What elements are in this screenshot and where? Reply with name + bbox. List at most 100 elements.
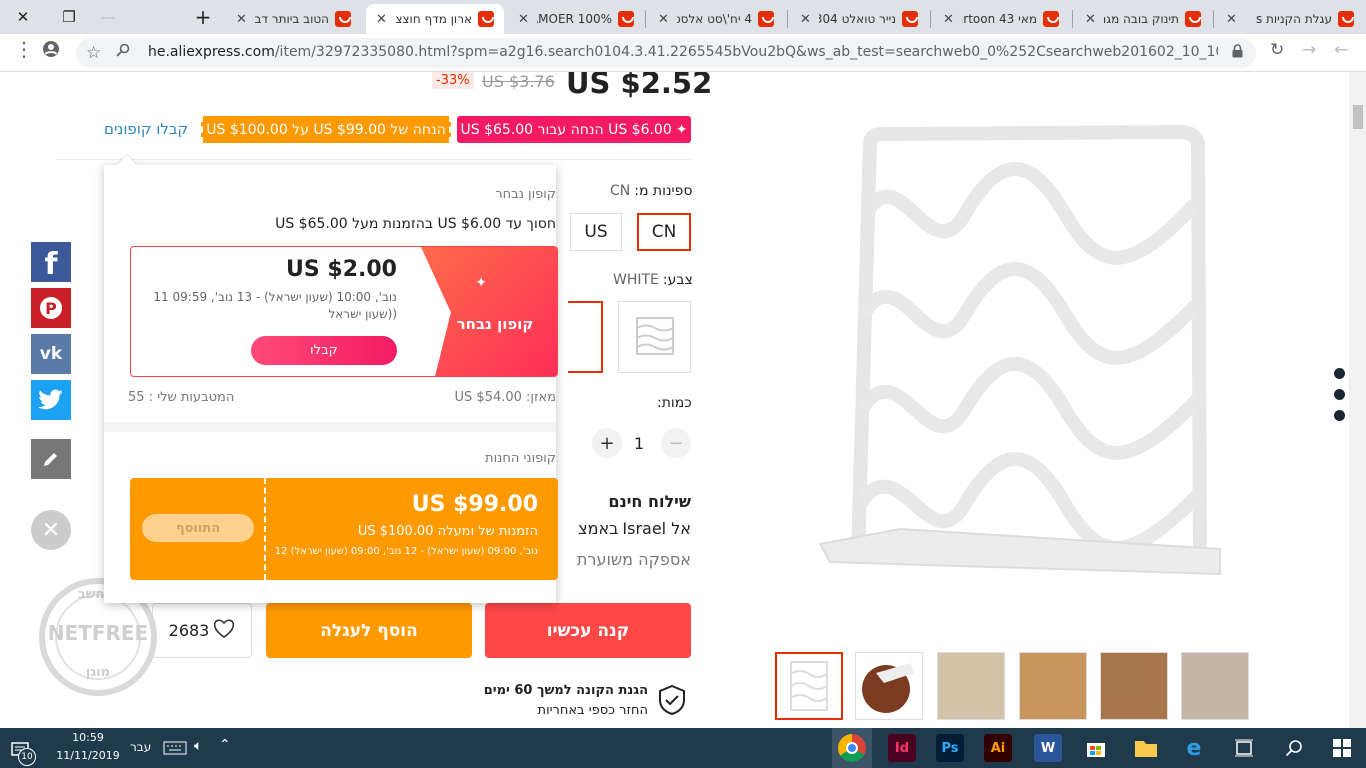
- clock-time[interactable]: 10:59: [58, 731, 118, 744]
- thumbnail-2[interactable]: [855, 652, 923, 720]
- close-tab-icon[interactable]: ✕: [236, 12, 247, 27]
- forward-icon[interactable]: →: [1302, 40, 1316, 60]
- heart-icon: [213, 618, 235, 643]
- color-label: צבע:: [662, 272, 693, 288]
- back-icon[interactable]: ←: [1334, 40, 1348, 60]
- thumbnail-5[interactable]: [1100, 652, 1168, 720]
- close-tab-icon[interactable]: ✕: [943, 12, 954, 27]
- image-carousel-dots: [1333, 368, 1345, 421]
- sparkle-icon: ✦: [475, 275, 487, 291]
- tab-0[interactable]: עגלת הקניות s ✕: [1216, 4, 1364, 34]
- close-tab-icon[interactable]: ✕: [1226, 12, 1237, 27]
- carousel-dot[interactable]: [1334, 368, 1345, 379]
- facebook-icon[interactable]: f: [31, 242, 71, 282]
- tab-7[interactable]: הטוב ביותר דב ✕: [226, 4, 361, 34]
- twitter-icon[interactable]: [31, 380, 71, 420]
- added-coupon-button[interactable]: התווסף: [142, 514, 254, 542]
- clock-date[interactable]: 11/11/2019: [56, 749, 120, 762]
- restore-window-icon[interactable]: ❐: [46, 0, 92, 34]
- windows-start-icon[interactable]: [1328, 734, 1356, 762]
- profile-icon[interactable]: [42, 40, 60, 63]
- close-tab-icon[interactable]: ✕: [800, 12, 811, 27]
- tab-title: 4 יח'\סט אלסט: [676, 12, 752, 26]
- ships-from-option-cn[interactable]: CN: [637, 213, 691, 251]
- carousel-dot[interactable]: [1334, 410, 1345, 421]
- aliexpress-icon: [335, 11, 351, 27]
- address-bar[interactable]: ☆ he.aliexpress.com/item/32972335080.htm…: [76, 38, 1256, 68]
- product-main-image[interactable]: [800, 114, 1256, 584]
- carousel-dot[interactable]: [1334, 389, 1345, 400]
- thumbnail-3[interactable]: [937, 652, 1005, 720]
- new-tab-button[interactable]: +: [180, 0, 226, 34]
- quantity-value[interactable]: 1: [634, 434, 644, 453]
- tab-3[interactable]: נייר טואלט 304 ✕: [790, 4, 928, 34]
- notifications-icon[interactable]: 10: [8, 738, 44, 766]
- pinterest-icon[interactable]: P: [31, 288, 71, 328]
- edge-icon[interactable]: e: [1180, 734, 1208, 762]
- star-icon[interactable]: ☆: [86, 43, 101, 63]
- coupon-popup: קופון נבחר חסוך עד US $6.00 בהזמנות מעל …: [104, 155, 558, 603]
- close-tab-icon[interactable]: ✕: [1085, 12, 1096, 27]
- add-to-cart-button[interactable]: הוסף לעגלה: [266, 603, 472, 658]
- store-coupon-badge[interactable]: ✦ US $6.00 הנחה עבור US $65.00: [457, 116, 691, 143]
- close-tab-icon[interactable]: ✕: [518, 12, 529, 27]
- buy-now-button[interactable]: קנה עכשיו: [485, 603, 691, 658]
- wishlist-button[interactable]: 2683: [152, 603, 252, 658]
- task-view-icon[interactable]: [1230, 734, 1258, 762]
- orange-coupon-badge[interactable]: הנחה של US $99.00 על US $100.00: [201, 116, 451, 143]
- ships-from-option-us[interactable]: US: [570, 213, 622, 251]
- close-window-icon[interactable]: ✕: [0, 0, 46, 34]
- minimize-window-icon[interactable]: —: [92, 0, 124, 34]
- close-share-icon[interactable]: ✕: [31, 510, 71, 550]
- store-icon[interactable]: [1082, 734, 1110, 762]
- tab-1[interactable]: תינוק בובה מגנ ✕: [1075, 4, 1211, 34]
- language-indicator[interactable]: עבר: [130, 740, 151, 754]
- get-coupons-link[interactable]: קבלו קופונים: [104, 120, 188, 138]
- get-coupon-button[interactable]: קבלו: [251, 336, 397, 365]
- close-tab-icon[interactable]: ✕: [658, 12, 669, 27]
- thumbnail-6[interactable]: [1181, 652, 1249, 720]
- word-icon[interactable]: W: [1034, 734, 1062, 762]
- file-explorer-icon[interactable]: [1132, 734, 1160, 762]
- menu-kebab-icon[interactable]: ⋮: [14, 37, 34, 61]
- tab-active[interactable]: ארון מדף חוצצ ✕: [366, 4, 504, 34]
- scrollbar-thumb[interactable]: [1353, 105, 1363, 129]
- thumbnail-1[interactable]: [775, 652, 843, 720]
- color-swatch-selected[interactable]: [568, 301, 603, 373]
- search-icon[interactable]: [1280, 734, 1308, 762]
- selected-coupon-title-text: קופון נבחר: [495, 187, 556, 202]
- tab-2[interactable]: מאי 43 Cartoon ✕: [933, 4, 1069, 34]
- ships-from-value: CN: [610, 183, 631, 199]
- page-scrollbar[interactable]: [1349, 72, 1366, 728]
- thumbnail-4[interactable]: [1019, 652, 1087, 720]
- windows-taskbar: 10 10:59 11/11/2019 עבר 🔈︎ ⌃ Id Ps Ai W …: [0, 728, 1366, 768]
- discount-badge: -33%: [432, 72, 474, 89]
- lock-icon[interactable]: [1232, 44, 1243, 62]
- store-coupon-card[interactable]: US $99.00 הזמנות של ומעלה US $100.00 נוב…: [130, 478, 558, 580]
- close-tab-icon[interactable]: ✕: [376, 12, 387, 27]
- quantity-increase-button[interactable]: +: [592, 428, 622, 458]
- shipping-destination[interactable]: אל Israel באמצ: [556, 519, 691, 538]
- illustrator-icon[interactable]: Ai: [984, 734, 1012, 762]
- coupon-perforation: [264, 478, 266, 580]
- tab-5[interactable]: BAMOER 100% ✕: [508, 4, 644, 34]
- reload-icon[interactable]: ↻: [1270, 40, 1284, 60]
- quantity-decrease-button[interactable]: −: [661, 428, 691, 458]
- aliexpress-icon: [1338, 11, 1354, 27]
- photoshop-icon[interactable]: Ps: [936, 734, 964, 762]
- chevron-up-icon[interactable]: ⌃: [219, 737, 231, 753]
- keyboard-icon[interactable]: [163, 740, 187, 759]
- tab-title: ארון מדף חוצצ: [395, 12, 472, 26]
- edit-pencil-icon[interactable]: [31, 439, 71, 479]
- aliexpress-icon: [902, 11, 918, 27]
- thumbnail-strip: [775, 652, 1250, 722]
- indesign-icon[interactable]: Id: [888, 734, 916, 762]
- tab-title: עגלת הקניות s: [1255, 12, 1332, 26]
- color-swatch-white[interactable]: [618, 301, 691, 373]
- volume-icon[interactable]: 🔈︎: [194, 738, 202, 754]
- tab-4[interactable]: 4 יח'\סט אלסט ✕: [648, 4, 784, 34]
- vk-icon[interactable]: vk: [31, 334, 71, 374]
- selected-coupon-card[interactable]: ✦ קופון נבחר US $2.00 נוב', 10:00 (שעון …: [130, 246, 558, 377]
- tab-title: תינוק בובה מגנ: [1103, 12, 1179, 26]
- chrome-icon[interactable]: [838, 734, 866, 762]
